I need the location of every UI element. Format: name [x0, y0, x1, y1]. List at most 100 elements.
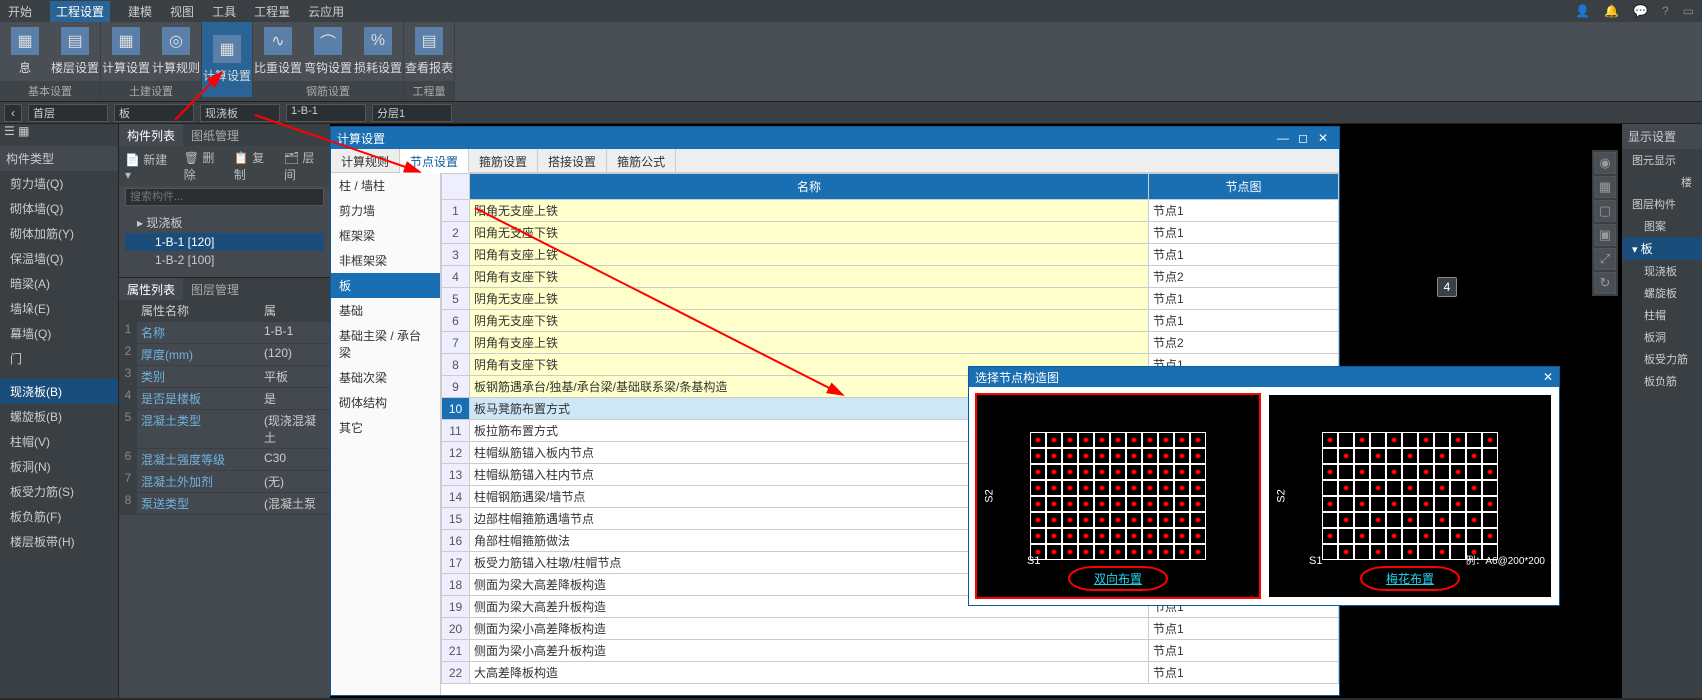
leftbar-item[interactable]: 楼层板带(H)	[0, 529, 118, 554]
tree-child-1b2[interactable]: 1-B-2 [100]	[125, 251, 324, 269]
menu-start[interactable]: 开始	[8, 3, 32, 20]
leftbar-item[interactable]: 门	[0, 346, 118, 371]
expand-icon[interactable]: ▦	[18, 124, 29, 138]
leftbar-item[interactable]: 板洞(N)	[0, 454, 118, 479]
ctx-type4[interactable]: 分层1	[372, 104, 452, 122]
cat-framebeam[interactable]: 框架梁	[331, 223, 440, 248]
rightbar-item[interactable]: 板洞	[1622, 326, 1702, 348]
leftbar-item-slab[interactable]: 现浇板(B)	[0, 379, 118, 404]
search-input[interactable]	[125, 188, 324, 206]
preview-close-button[interactable]: ✕	[1543, 370, 1553, 384]
leftbar-item[interactable]: 剪力墙(Q)	[0, 171, 118, 196]
cat-shearwall[interactable]: 剪力墙	[331, 198, 440, 223]
menu-engineering-settings[interactable]: 工程设置	[50, 1, 110, 22]
menu-tools[interactable]: 工具	[212, 3, 236, 20]
ctx-type2[interactable]: 现浇板	[200, 104, 280, 122]
window-controls[interactable]: ▭	[1683, 4, 1694, 18]
table-row[interactable]: 22大高差降板构造节点1	[442, 662, 1339, 684]
leftbar-item[interactable]: 板受力筋(S)	[0, 479, 118, 504]
ribbon-item-report[interactable]: ▤查看报表	[404, 22, 454, 81]
ts-zoom-icon[interactable]: ⤢	[1594, 248, 1616, 270]
table-row[interactable]: 4阳角有支座下铁节点2	[442, 266, 1339, 288]
tab-component-list[interactable]: 构件列表	[119, 124, 183, 146]
rightbar-section[interactable]: 图元显示	[1622, 149, 1702, 171]
tab-drawing-mgmt[interactable]: 图纸管理	[183, 124, 247, 146]
ribbon-item-floor[interactable]: ▤楼层设置	[50, 22, 100, 81]
menu-cloud[interactable]: 云应用	[308, 3, 344, 20]
menu-quantity[interactable]: 工程量	[254, 3, 290, 20]
ts-cube-icon[interactable]: ▦	[1594, 176, 1616, 198]
leftbar-item[interactable]: 保温墙(Q)	[0, 246, 118, 271]
preview-header[interactable]: 选择节点构造图 ✕	[969, 367, 1559, 387]
ts-rotate-icon[interactable]: ↻	[1594, 272, 1616, 294]
rightbar-item[interactable]: 现浇板	[1622, 260, 1702, 282]
btn-delete[interactable]: 🗑 删除	[184, 149, 224, 183]
leftbar-item[interactable]: 暗梁(A)	[0, 271, 118, 296]
ribbon-item-hook[interactable]: ⌒弯钩设置	[303, 22, 353, 81]
leftbar-item[interactable]: 幕墙(Q)	[0, 321, 118, 346]
tab-property-list[interactable]: 属性列表	[119, 278, 183, 300]
bell-icon[interactable]: 🔔	[1604, 4, 1619, 18]
preview-option-plum[interactable]: S2 S1 例：A6@200*200 梅花布置	[1269, 395, 1551, 597]
leftbar-item[interactable]: 板负筋(F)	[0, 504, 118, 529]
rightbar-item-slab[interactable]: ▾ 板	[1622, 237, 1702, 260]
leftbar-item[interactable]: 砌体墙(Q)	[0, 196, 118, 221]
menu-view[interactable]: 视图	[170, 3, 194, 20]
ts-globe-icon[interactable]: ◉	[1594, 152, 1616, 174]
close-button[interactable]: ✕	[1313, 131, 1333, 145]
help-icon[interactable]: ?	[1662, 4, 1669, 18]
property-row[interactable]: 1名称1-B-1	[119, 322, 330, 344]
cat-slab[interactable]: 板	[331, 273, 440, 298]
table-row[interactable]: 6阴角无支座下铁节点1	[442, 310, 1339, 332]
ribbon-item-weight[interactable]: ∿比重设置	[253, 22, 303, 81]
minimize-button[interactable]: —	[1273, 131, 1293, 145]
table-row[interactable]: 21侧面为梁小高差升板构造节点1	[442, 640, 1339, 662]
table-row[interactable]: 1阳角无支座上铁节点1	[442, 200, 1339, 222]
leftbar-item[interactable]: 墙垛(E)	[0, 296, 118, 321]
btn-layer[interactable]: 🗂 层间	[284, 149, 324, 183]
menu-model[interactable]: 建模	[128, 3, 152, 20]
tree-root[interactable]: ▸ 现浇板	[125, 212, 324, 233]
ribbon-item-calcset-active[interactable]: ▦计算设置	[202, 22, 252, 97]
table-row[interactable]: 20侧面为梁小高差降板构造节点1	[442, 618, 1339, 640]
rightbar-item[interactable]: 板负筋	[1622, 370, 1702, 392]
dtab-lap[interactable]: 搭接设置	[538, 149, 607, 172]
ctx-btn[interactable]: ‹	[4, 104, 22, 122]
property-row[interactable]: 4是否是楼板是	[119, 388, 330, 410]
ribbon-item-info[interactable]: ▦息	[0, 22, 50, 81]
leftbar-item[interactable]: 螺旋板(B)	[0, 404, 118, 429]
cat-fnd-sec[interactable]: 基础次梁	[331, 365, 440, 390]
ctx-floor[interactable]: 首层	[28, 104, 108, 122]
tree-icon[interactable]: ☰	[4, 124, 15, 138]
preview-option-bidirectional[interactable]: S2 S1 双向布置	[977, 395, 1259, 597]
leftbar-item[interactable]: 柱帽(V)	[0, 429, 118, 454]
user-icon[interactable]: 👤	[1575, 4, 1590, 18]
ribbon-item-calcset[interactable]: ▦计算设置	[101, 22, 151, 81]
rightbar-item[interactable]: 柱帽	[1622, 304, 1702, 326]
tab-layer-mgmt[interactable]: 图层管理	[183, 278, 247, 300]
property-row[interactable]: 7混凝土外加剂(无)	[119, 471, 330, 493]
dtab-node[interactable]: 节点设置	[400, 149, 469, 173]
ts-wire-icon[interactable]: ▣	[1594, 224, 1616, 246]
rightbar-item[interactable]: 板受力筋	[1622, 348, 1702, 370]
cat-nonframebeam[interactable]: 非框架梁	[331, 248, 440, 273]
ctx-type3[interactable]: 1-B-1	[286, 104, 366, 122]
table-row[interactable]: 5阴角无支座上铁节点1	[442, 288, 1339, 310]
cat-foundation[interactable]: 基础	[331, 298, 440, 323]
cat-fnd-beam[interactable]: 基础主梁 / 承台梁	[331, 323, 440, 365]
rightbar-item[interactable]: 螺旋板	[1622, 282, 1702, 304]
property-row[interactable]: 5混凝土类型(现浇混凝土	[119, 410, 330, 449]
dtab-calcrule[interactable]: 计算规则	[331, 149, 400, 172]
ts-box-icon[interactable]: ▢	[1594, 200, 1616, 222]
cat-other[interactable]: 其它	[331, 415, 440, 440]
table-row[interactable]: 2阳角无支座下铁节点1	[442, 222, 1339, 244]
table-row[interactable]: 7阴角有支座上铁节点2	[442, 332, 1339, 354]
dtab-formula[interactable]: 箍筋公式	[607, 149, 676, 172]
ribbon-item-loss[interactable]: %损耗设置	[353, 22, 403, 81]
property-row[interactable]: 2厚度(mm)(120)	[119, 344, 330, 366]
leftbar-item[interactable]: 砌体加筋(Y)	[0, 221, 118, 246]
property-row[interactable]: 6混凝土强度等级C30	[119, 449, 330, 471]
tree-child-1b1[interactable]: 1-B-1 [120]	[125, 233, 324, 251]
dtab-stirrup[interactable]: 箍筋设置	[469, 149, 538, 172]
table-row[interactable]: 3阳角有支座上铁节点1	[442, 244, 1339, 266]
